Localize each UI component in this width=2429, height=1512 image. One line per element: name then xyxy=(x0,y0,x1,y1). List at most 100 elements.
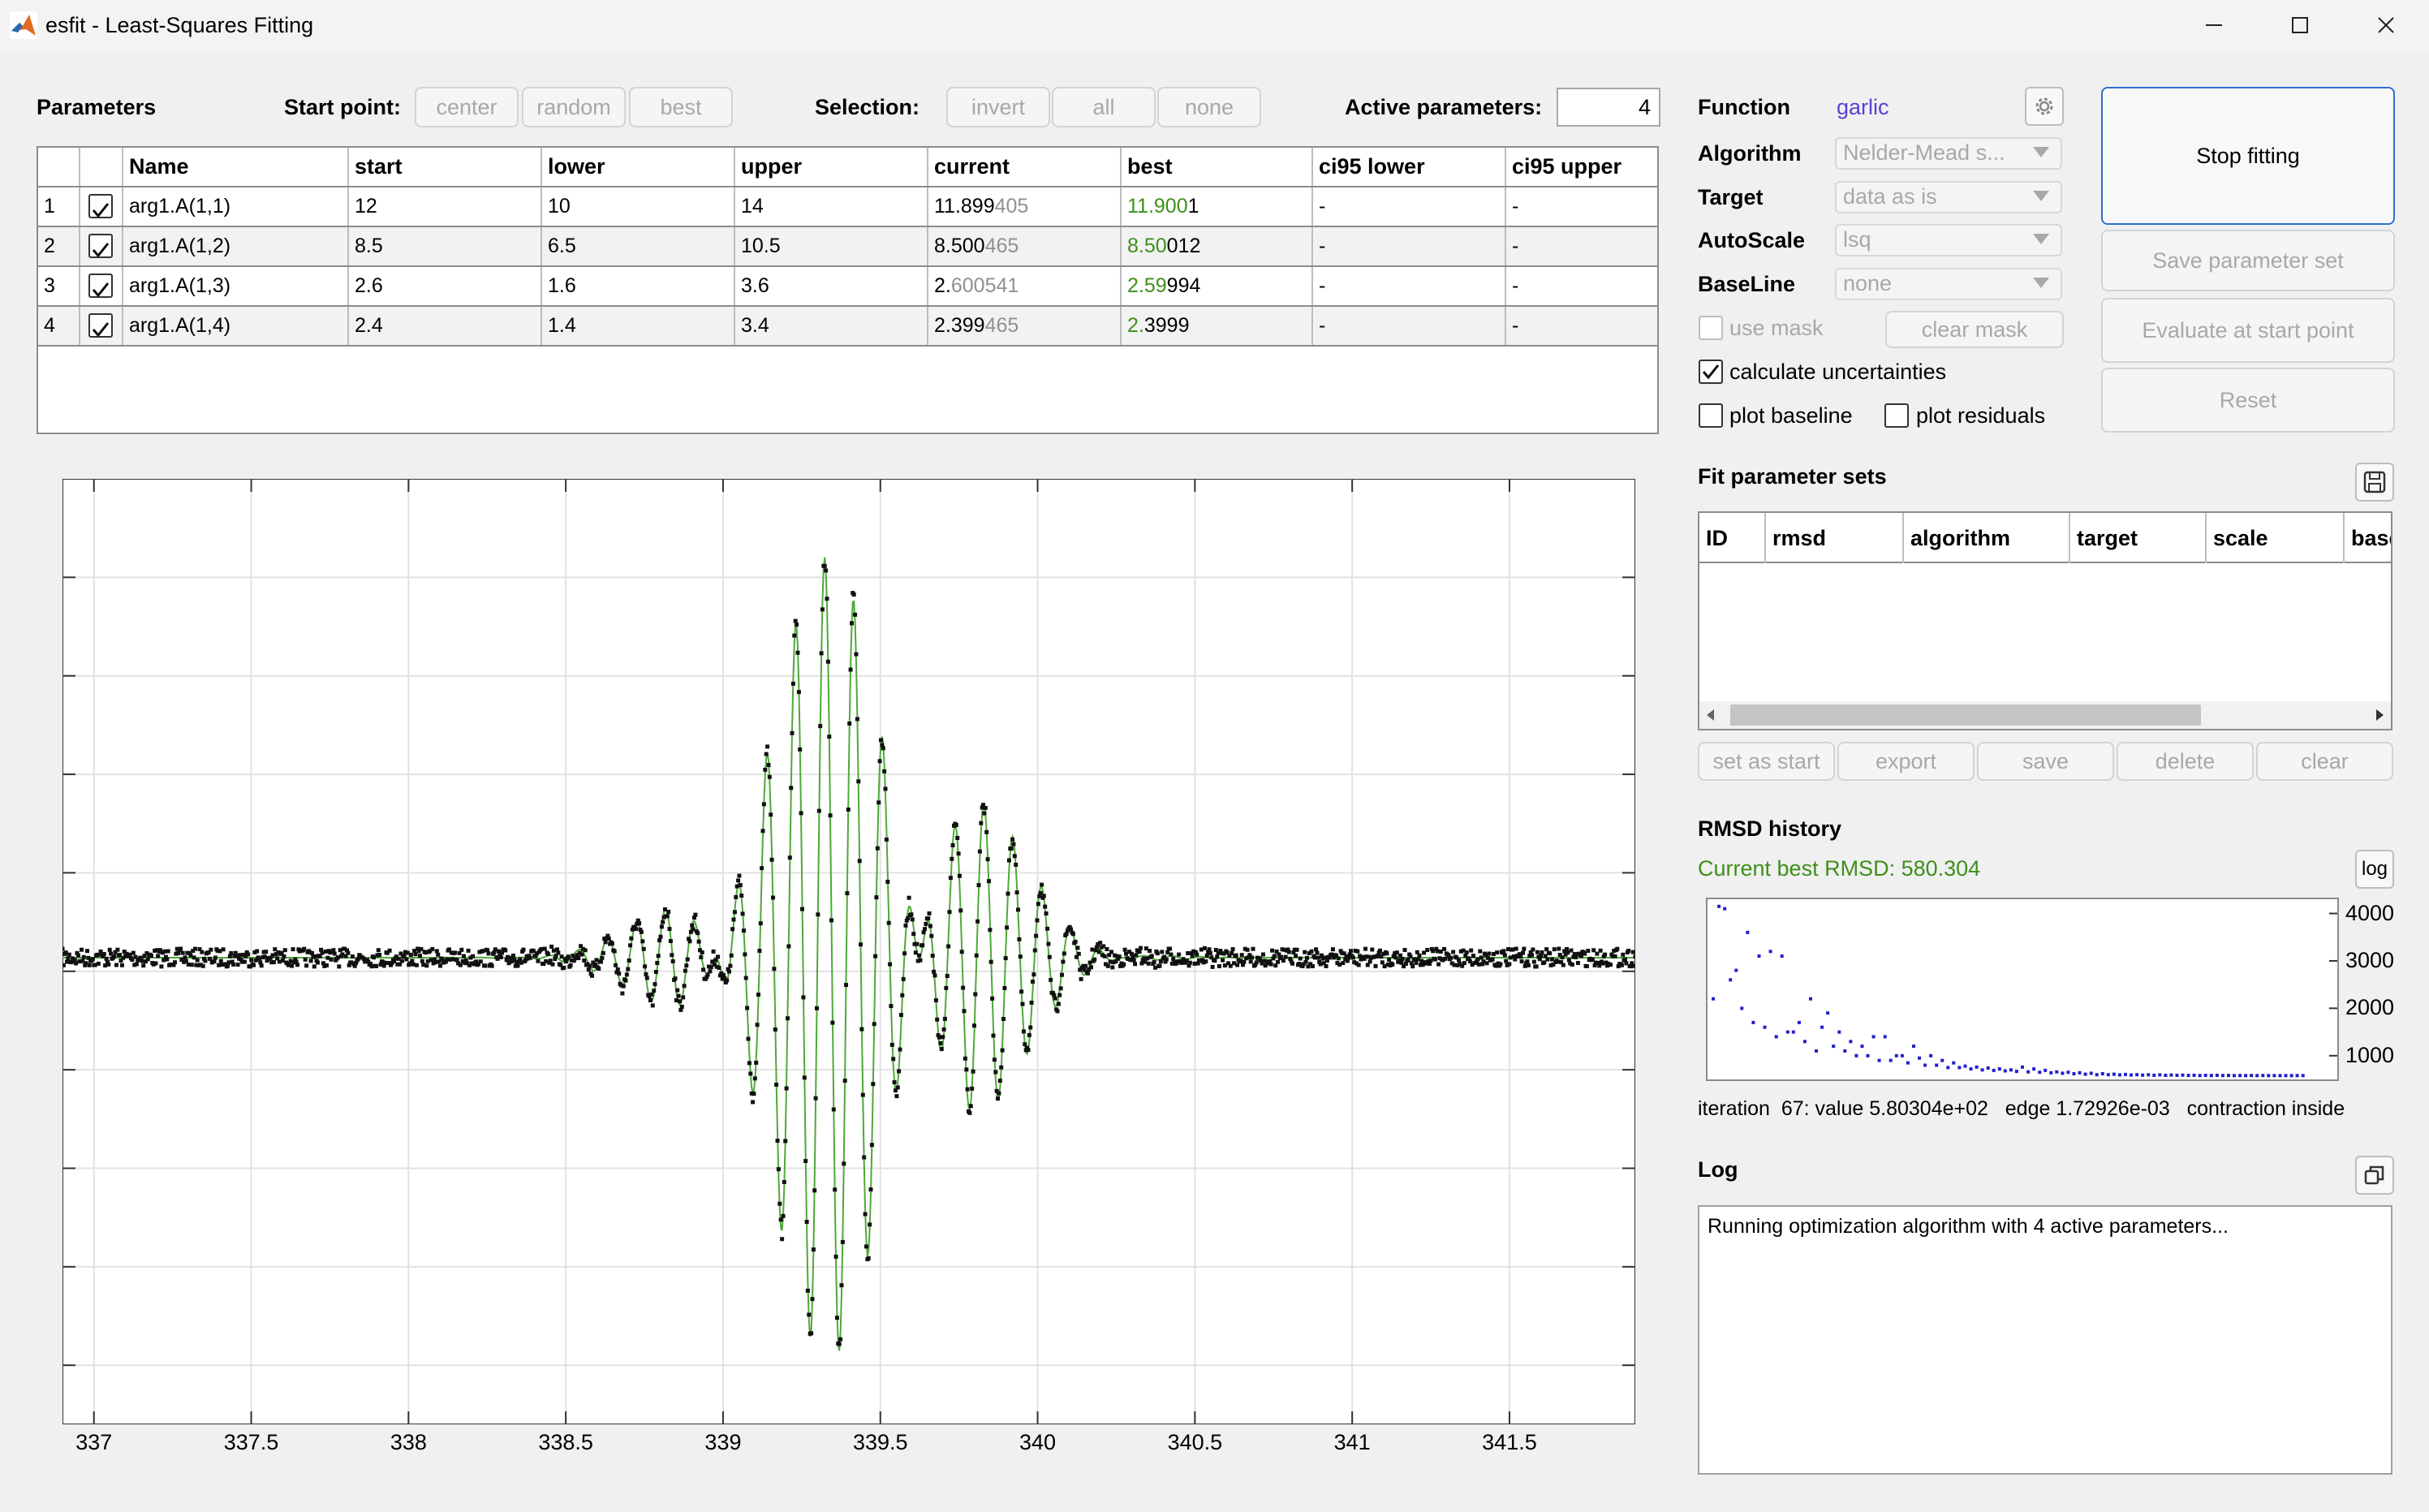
param-lower[interactable]: 6.5 xyxy=(542,227,735,265)
selection-none-button[interactable]: none xyxy=(1157,87,1261,127)
save-fit-sets-button[interactable] xyxy=(2355,463,2394,502)
table-row[interactable]: 4 arg1.A(1,4) 2.4 1.4 3.4 2.399465 2.3999- - xyxy=(38,307,1657,347)
spectrum-plot[interactable] xyxy=(60,478,1638,1425)
horizontal-scrollbar[interactable] xyxy=(1699,701,2391,729)
set-as-start-button[interactable]: set as start xyxy=(1698,742,1835,781)
param-upper[interactable]: 3.6 xyxy=(735,267,928,305)
param-start[interactable]: 2.4 xyxy=(349,307,542,345)
selection-all-button[interactable]: all xyxy=(1052,87,1156,127)
save-button[interactable]: save xyxy=(1977,742,2114,781)
active-checkbox[interactable] xyxy=(88,313,113,338)
plot-residuals-checkbox[interactable] xyxy=(1884,403,1909,428)
data-point xyxy=(657,938,662,943)
target-dropdown[interactable]: data as is xyxy=(1835,181,2062,213)
data-point xyxy=(331,948,336,953)
start-center-button[interactable]: center xyxy=(415,87,519,127)
active-checkbox[interactable] xyxy=(88,234,113,258)
param-lower[interactable]: 10 xyxy=(542,187,735,226)
use-mask-checkbox[interactable] xyxy=(1699,316,1723,340)
evaluate-at-start-button[interactable]: Evaluate at start point xyxy=(2101,298,2395,363)
data-point xyxy=(713,958,718,963)
data-point xyxy=(271,960,276,964)
start-best-button[interactable]: best xyxy=(629,87,733,127)
rmsd-point xyxy=(2244,1074,2248,1078)
data-point xyxy=(1380,960,1385,965)
rmsd-point xyxy=(1900,1053,1904,1058)
column-header-scale[interactable]: scale xyxy=(2207,513,2345,563)
data-point xyxy=(811,1247,816,1252)
column-header-ci95-lower[interactable]: ci95 lower xyxy=(1313,148,1506,186)
table-row[interactable]: 3 arg1.A(1,3) 2.6 1.6 3.6 2.600541 2.59994- - xyxy=(38,267,1657,307)
maximize-button[interactable] xyxy=(2257,0,2343,50)
row-checkbox-cell[interactable] xyxy=(80,307,123,345)
export-button[interactable]: export xyxy=(1837,742,1975,781)
data-point xyxy=(979,821,984,825)
data-point xyxy=(815,1006,819,1010)
plot-baseline-checkbox[interactable] xyxy=(1699,403,1723,428)
column-header-id[interactable]: ID xyxy=(1699,513,1766,563)
param-upper[interactable]: 14 xyxy=(735,187,928,226)
reset-button[interactable]: Reset xyxy=(2101,368,2395,433)
column-header-rmsd[interactable]: rmsd xyxy=(1766,513,1904,563)
stop-fitting-button[interactable]: Stop fitting xyxy=(2101,87,2395,225)
param-start[interactable]: 12 xyxy=(349,187,542,226)
column-header-best[interactable]: best xyxy=(1122,148,1313,186)
baseline-dropdown[interactable]: none xyxy=(1835,268,2062,300)
column-header-upper[interactable]: upper xyxy=(735,148,928,186)
data-point xyxy=(1012,854,1017,859)
active-checkbox[interactable] xyxy=(88,274,113,298)
save-parameter-set-button[interactable]: Save parameter set xyxy=(2101,230,2395,291)
param-lower[interactable]: 1.4 xyxy=(542,307,735,345)
column-header-ci95-upper[interactable]: ci95 upper xyxy=(1506,148,1657,186)
log-textarea[interactable]: Running optimization algorithm with 4 ac… xyxy=(1698,1205,2392,1475)
calculate-uncertainties-checkbox[interactable] xyxy=(1699,360,1723,384)
data-point xyxy=(1305,955,1309,960)
row-checkbox-cell[interactable] xyxy=(80,187,123,226)
column-header-target[interactable]: target xyxy=(2070,513,2207,563)
data-point xyxy=(985,857,990,862)
start-random-button[interactable]: random xyxy=(522,87,626,127)
algorithm-dropdown[interactable]: Nelder-Mead s... xyxy=(1835,137,2062,170)
close-button[interactable] xyxy=(2343,0,2429,50)
column-header-algorithm[interactable]: algorithm xyxy=(1904,513,2070,563)
column-header-baseline[interactable]: base xyxy=(2345,513,2391,563)
column-header-lower[interactable]: lower xyxy=(542,148,735,186)
data-point xyxy=(837,1342,842,1346)
data-point xyxy=(872,1022,876,1027)
param-upper[interactable]: 10.5 xyxy=(735,227,928,265)
data-point xyxy=(862,1155,867,1160)
clear-mask-button[interactable]: clear mask xyxy=(1885,311,2064,348)
scrollbar-thumb[interactable] xyxy=(1730,704,2201,726)
param-start[interactable]: 8.5 xyxy=(349,227,542,265)
rmsd-point xyxy=(1975,1065,1979,1069)
data-point xyxy=(1370,947,1375,952)
param-upper[interactable]: 3.4 xyxy=(735,307,928,345)
clear-button[interactable]: clear xyxy=(2256,742,2393,781)
active-checkbox[interactable] xyxy=(88,194,113,218)
current-value-dim: 465 xyxy=(984,235,1019,257)
column-header-start[interactable]: start xyxy=(349,148,542,186)
table-row[interactable]: 1 arg1.A(1,1) 12 10 14 11.899405 11.9001- - xyxy=(38,187,1657,227)
column-header-current[interactable]: current xyxy=(928,148,1122,186)
data-point xyxy=(961,985,966,990)
data-point xyxy=(1105,947,1109,951)
table-row[interactable]: 2 arg1.A(1,2) 8.5 6.5 10.5 8.500465 8.50012- - xyxy=(38,227,1657,267)
data-point xyxy=(911,932,916,937)
param-lower[interactable]: 1.6 xyxy=(542,267,735,305)
baseline-value: none xyxy=(1843,271,1893,295)
copy-log-button[interactable] xyxy=(2355,1156,2394,1195)
delete-button[interactable]: delete xyxy=(2117,742,2254,781)
log-scale-button[interactable]: log xyxy=(2355,850,2394,889)
autoscale-dropdown[interactable]: lsq xyxy=(1835,224,2062,256)
function-settings-button[interactable] xyxy=(2025,87,2064,126)
data-point xyxy=(856,779,861,784)
selection-invert-button[interactable]: invert xyxy=(946,87,1050,127)
row-checkbox-cell[interactable] xyxy=(80,227,123,265)
column-header-name[interactable]: Name xyxy=(123,148,349,186)
param-start[interactable]: 2.6 xyxy=(349,267,542,305)
active-parameters-field[interactable]: 4 xyxy=(1557,88,1660,127)
minimize-button[interactable] xyxy=(2171,0,2257,50)
rmsd-point xyxy=(1763,1025,1767,1029)
row-checkbox-cell[interactable] xyxy=(80,267,123,305)
data-point xyxy=(700,950,704,954)
